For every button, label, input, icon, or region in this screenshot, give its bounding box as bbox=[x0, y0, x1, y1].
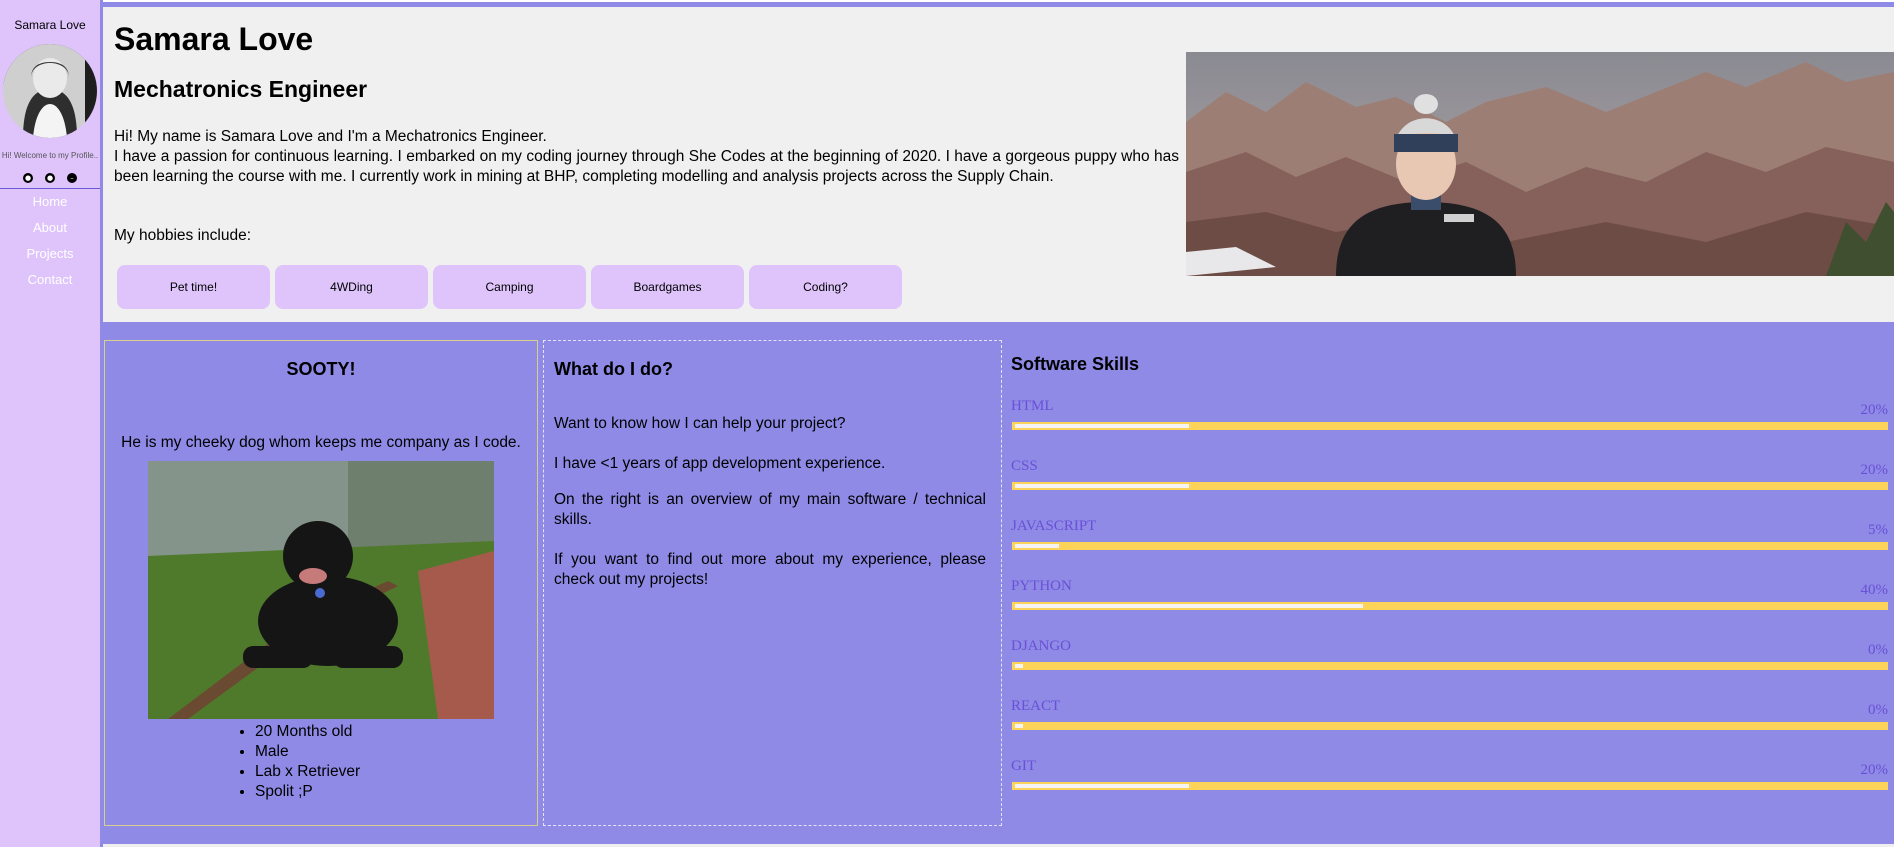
social-icons: ● ● – bbox=[0, 173, 100, 183]
skill-percent: 20% bbox=[1860, 402, 1889, 418]
intro-section: Samara Love Mechatronics Engineer Hi! My… bbox=[103, 7, 1894, 322]
hobbies-list: Pet time! 4WDing Camping Boardgames Codi… bbox=[117, 265, 902, 309]
list-item: Spolit ;P bbox=[255, 782, 360, 802]
nav-home[interactable]: Home bbox=[0, 193, 100, 219]
hobby-button[interactable]: 4WDing bbox=[275, 265, 428, 309]
sooty-title: SOOTY! bbox=[286, 359, 356, 379]
skill-name: HTML bbox=[1011, 398, 1054, 414]
skill-name: REACT bbox=[1011, 698, 1061, 714]
skill-progress-fill bbox=[1015, 724, 1023, 728]
sidebar-divider bbox=[0, 188, 100, 189]
dog-photo bbox=[148, 461, 494, 719]
list-item: Male bbox=[255, 742, 360, 762]
sooty-card: SOOTY! He is my cheeky dog whom keeps me… bbox=[104, 340, 538, 826]
skill-progress-bar bbox=[1012, 662, 1888, 670]
skill-percent: 0% bbox=[1868, 642, 1888, 658]
whatdo-paragraph: I have <1 years of app development exper… bbox=[554, 455, 886, 472]
intro-line-1: Hi! My name is Samara Love and I'm a Mec… bbox=[114, 128, 547, 145]
skill-name: DJANGO bbox=[1011, 638, 1071, 654]
skill-percent: 40% bbox=[1860, 582, 1889, 598]
skill-row: GIT 20% bbox=[1011, 758, 1888, 798]
nav-contact[interactable]: Contact bbox=[0, 271, 100, 297]
linkedin-icon[interactable]: – bbox=[67, 173, 77, 183]
skill-row: REACT 0% bbox=[1011, 698, 1888, 738]
skill-percent: 5% bbox=[1868, 522, 1888, 538]
intro-line-2: I have a passion for continuous learning… bbox=[114, 148, 1179, 185]
sidebar-nav: Home About Projects Contact bbox=[0, 193, 100, 297]
skill-row: JAVASCRIPT 5% bbox=[1011, 518, 1888, 558]
skill-progress-fill bbox=[1015, 784, 1189, 788]
canyon-photo bbox=[1186, 52, 1894, 276]
whatdo-paragraph: If you want to find out more about my ex… bbox=[554, 551, 986, 588]
skill-row: CSS 20% bbox=[1011, 458, 1888, 498]
hobby-button[interactable]: Pet time! bbox=[117, 265, 270, 309]
skill-progress-bar bbox=[1012, 482, 1888, 490]
skill-name: JAVASCRIPT bbox=[1011, 518, 1097, 534]
details-section: SOOTY! He is my cheeky dog whom keeps me… bbox=[103, 322, 1894, 844]
skill-progress-bar bbox=[1012, 542, 1888, 550]
whatdo-paragraph: Want to know how I can help your project… bbox=[554, 415, 846, 432]
skill-percent: 20% bbox=[1860, 462, 1889, 478]
list-item: 20 Months old bbox=[255, 722, 360, 742]
skill-name: GIT bbox=[1011, 758, 1036, 774]
welcome-text: Hi! Welcome to my Profile.. bbox=[1, 151, 99, 160]
sooty-description: He is my cheeky dog whom keeps me compan… bbox=[121, 434, 521, 451]
skills-title: Software Skills bbox=[1011, 354, 1140, 374]
skill-progress-fill bbox=[1015, 424, 1189, 428]
skill-progress-bar bbox=[1012, 602, 1888, 610]
github-icon[interactable]: ● bbox=[45, 173, 55, 183]
sidebar-name: Samara Love bbox=[14, 18, 86, 32]
github-icon[interactable]: ● bbox=[23, 173, 33, 183]
skill-name: PYTHON bbox=[1011, 578, 1072, 594]
skill-row: DJANGO 0% bbox=[1011, 638, 1888, 678]
list-item: Lab x Retriever bbox=[255, 762, 360, 782]
avatar bbox=[3, 44, 97, 138]
nav-projects[interactable]: Projects bbox=[0, 245, 100, 271]
skill-progress-bar bbox=[1012, 722, 1888, 730]
hobby-button[interactable]: Camping bbox=[433, 265, 586, 309]
skill-progress-bar bbox=[1012, 782, 1888, 790]
skill-name: CSS bbox=[1011, 458, 1038, 474]
skill-progress-fill bbox=[1015, 544, 1059, 548]
skill-row: PYTHON 40% bbox=[1011, 578, 1888, 618]
skill-progress-fill bbox=[1015, 664, 1023, 668]
hobby-button[interactable]: Boardgames bbox=[591, 265, 744, 309]
skill-percent: 20% bbox=[1860, 762, 1889, 778]
skills-card: Software Skills HTML 20% CSS 20% JAVASCRIPT 5… bbox=[1011, 340, 1894, 824]
skill-progress-fill bbox=[1015, 604, 1363, 608]
hobby-button[interactable]: Coding? bbox=[749, 265, 902, 309]
skill-progress-fill bbox=[1015, 484, 1189, 488]
skill-progress-bar bbox=[1012, 422, 1888, 430]
whatdo-title: What do I do? bbox=[554, 359, 673, 379]
hobbies-label: My hobbies include: bbox=[114, 227, 251, 244]
nav-about[interactable]: About bbox=[0, 219, 100, 245]
intro-text: Hi! My name is Samara Love and I'm a Mec… bbox=[114, 127, 1179, 187]
whatdo-paragraph: On the right is an overview of my main s… bbox=[554, 491, 986, 528]
dog-facts-list: 20 Months old Male Lab x Retriever Spoli… bbox=[235, 722, 360, 802]
page-title: Samara Love bbox=[114, 21, 314, 57]
what-do-i-do-card: What do I do? Want to know how I can hel… bbox=[543, 340, 1002, 826]
skill-percent: 0% bbox=[1868, 702, 1888, 718]
skill-row: HTML 20% bbox=[1011, 398, 1888, 438]
job-title: Mechatronics Engineer bbox=[114, 76, 368, 102]
sidebar: Samara Love Hi! Welcome to my Profile.. … bbox=[0, 0, 100, 847]
